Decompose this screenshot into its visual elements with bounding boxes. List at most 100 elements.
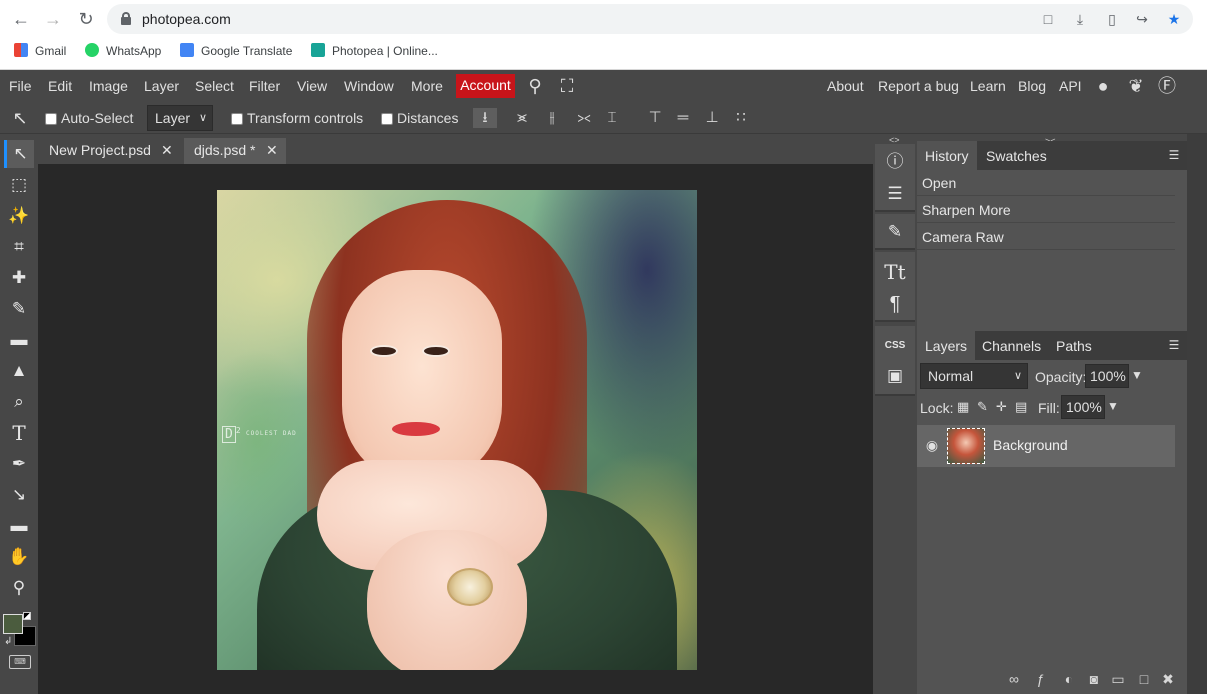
link-api[interactable]: API xyxy=(1059,78,1082,94)
distribute-h-icon[interactable]: ⌶ xyxy=(603,108,621,128)
bookmark-google-translate[interactable]: Google Translate xyxy=(180,43,292,58)
marquee-tool-icon[interactable]: ⬚ xyxy=(4,171,34,199)
new-layer-icon[interactable]: □ xyxy=(1135,670,1153,688)
align-left-icon[interactable]: ⪤ xyxy=(513,108,531,128)
info-icon[interactable]: ⓘ xyxy=(880,148,910,176)
pen-tool-icon[interactable]: ✒ xyxy=(4,450,34,478)
trash-icon[interactable]: ✖ xyxy=(1159,670,1177,688)
search-icon[interactable]: ⚲ xyxy=(524,76,546,96)
align-bottom-icon[interactable]: ⊥ xyxy=(703,108,721,128)
download-icon[interactable]: ⤓ xyxy=(1072,11,1088,27)
address-bar[interactable]: photopea.com □ ⤓ ▯ ↪ ★ xyxy=(107,4,1193,34)
align-middle-v-icon[interactable]: ═ xyxy=(674,108,692,128)
tab-layers[interactable]: Layers xyxy=(917,331,976,361)
transform-controls-checkbox[interactable] xyxy=(231,113,243,125)
menu-layer[interactable]: Layer xyxy=(144,78,179,94)
brush-settings-icon[interactable]: ✎ xyxy=(880,218,910,246)
link-learn[interactable]: Learn xyxy=(970,78,1006,94)
blur-tool-icon[interactable]: ▲ xyxy=(4,357,34,385)
keyboard-icon[interactable]: ⌨ xyxy=(9,655,31,669)
share-icon[interactable]: ↪ xyxy=(1134,11,1150,27)
menu-file[interactable]: File xyxy=(9,78,32,94)
distances-checkbox[interactable] xyxy=(381,113,393,125)
distribute-v-icon[interactable]: ∷ xyxy=(730,108,752,128)
magic-wand-icon[interactable]: ✨ xyxy=(4,202,34,230)
lock-all-icon[interactable]: ▤ xyxy=(1015,399,1027,415)
link-blog[interactable]: Blog xyxy=(1018,78,1046,94)
foreground-color-swatch[interactable] xyxy=(3,614,23,634)
align-top-icon[interactable]: ⊤ xyxy=(646,108,664,128)
blend-mode-dropdown[interactable]: Normal ∨ xyxy=(920,363,1028,389)
move-tool-icon[interactable]: ↖ xyxy=(4,140,34,168)
dodge-tool-icon[interactable]: ⌕ xyxy=(4,388,34,416)
effects-icon[interactable]: ƒ xyxy=(1031,670,1049,688)
character-icon[interactable]: Tt xyxy=(880,258,910,286)
close-icon[interactable]: ✕ xyxy=(266,138,278,162)
layer-mask-icon[interactable]: ◙ xyxy=(1085,670,1103,688)
layer-row[interactable]: ◉ Background xyxy=(917,425,1175,467)
close-icon[interactable]: ✕ xyxy=(161,138,173,162)
tab-new-project[interactable]: New Project.psd ✕ xyxy=(39,138,182,164)
align-right-icon[interactable]: ⪥ xyxy=(575,108,593,128)
swap-colors-icon[interactable]: ↲ xyxy=(4,636,12,647)
tab-paths[interactable]: Paths xyxy=(1048,331,1100,361)
bookmark-gmail[interactable]: Gmail xyxy=(14,43,66,58)
menu-more[interactable]: More xyxy=(411,78,443,94)
fullscreen-icon[interactable]: ⛶ xyxy=(556,76,578,96)
history-step[interactable]: Sharpen More xyxy=(917,197,1175,223)
menu-filter[interactable]: Filter xyxy=(249,78,280,94)
lock-transparency-icon[interactable]: ▦ xyxy=(957,399,969,415)
canvas-image[interactable]: D2 COOLEST DAD xyxy=(217,190,697,670)
type-tool-icon[interactable]: T xyxy=(4,419,34,447)
bookmark-photopea[interactable]: Photopea | Online... xyxy=(311,43,438,58)
adjustments-icon[interactable]: ☰ xyxy=(880,180,910,208)
css-icon[interactable]: CSS xyxy=(880,332,910,360)
star-icon[interactable]: ★ xyxy=(1166,11,1182,27)
tab-swatches[interactable]: Swatches xyxy=(978,141,1055,171)
healing-brush-icon[interactable]: ✚ xyxy=(4,264,34,292)
document-icon[interactable]: ▯ xyxy=(1104,11,1120,27)
layer-select-dropdown[interactable]: Layer ∨ xyxy=(147,105,213,131)
align-center-h-icon[interactable]: ⫲ xyxy=(543,108,561,128)
crop-tool-icon[interactable]: ⌗ xyxy=(4,233,34,261)
menu-view[interactable]: View xyxy=(297,78,327,94)
back-arrow-icon[interactable]: ← xyxy=(9,7,33,31)
forward-arrow-icon[interactable]: → xyxy=(41,7,65,31)
lock-move-icon[interactable]: ✛ xyxy=(996,399,1007,415)
link-report-bug[interactable]: Report a bug xyxy=(878,78,959,94)
hand-tool-icon[interactable]: ✋ xyxy=(4,543,34,571)
url-text[interactable]: photopea.com xyxy=(142,11,231,27)
menu-edit[interactable]: Edit xyxy=(48,78,72,94)
facebook-icon[interactable]: Ⓕ xyxy=(1156,76,1178,96)
panel-menu-icon[interactable]: ☰ xyxy=(1167,337,1181,353)
history-step[interactable]: Camera Raw xyxy=(917,224,1175,250)
bookmark-page-icon[interactable]: □ xyxy=(1040,11,1056,27)
reset-colors-icon[interactable] xyxy=(23,612,31,620)
menu-select[interactable]: Select xyxy=(195,78,234,94)
reddit-icon[interactable]: ● xyxy=(1092,76,1114,96)
folder-icon[interactable]: ▭ xyxy=(1109,670,1127,688)
fill-dropdown-icon[interactable]: ▼ xyxy=(1107,399,1119,413)
move-tool-icon[interactable]: ↖ xyxy=(9,108,31,128)
reload-icon[interactable]: ↻ xyxy=(74,7,98,31)
paragraph-icon[interactable]: ¶ xyxy=(880,290,910,318)
link-about[interactable]: About xyxy=(827,78,864,94)
tab-channels[interactable]: Channels xyxy=(974,331,1049,361)
opacity-dropdown-icon[interactable]: ▼ xyxy=(1131,368,1143,382)
image-icon[interactable]: ▣ xyxy=(880,362,910,390)
brush-tool-icon[interactable]: ✎ xyxy=(4,295,34,323)
eye-icon[interactable]: ◉ xyxy=(924,437,940,453)
opacity-input[interactable]: 100% xyxy=(1085,364,1129,388)
tab-history[interactable]: History xyxy=(917,141,977,171)
panel-menu-icon[interactable]: ☰ xyxy=(1167,147,1181,163)
gradient-tool-icon[interactable]: ▬ xyxy=(4,326,34,354)
account-button[interactable]: Account xyxy=(456,74,515,98)
adjustment-layer-icon[interactable]: ◐ xyxy=(1060,670,1078,688)
link-layers-icon[interactable]: ∞ xyxy=(1005,670,1023,688)
bookmark-whatsapp[interactable]: WhatsApp xyxy=(85,43,161,58)
fill-input[interactable]: 100% xyxy=(1061,395,1105,419)
auto-select-checkbox[interactable] xyxy=(45,113,57,125)
history-step[interactable]: Open xyxy=(917,170,1175,196)
rectangle-tool-icon[interactable]: ▬ xyxy=(4,512,34,540)
lock-paint-icon[interactable]: ✎ xyxy=(977,399,988,415)
